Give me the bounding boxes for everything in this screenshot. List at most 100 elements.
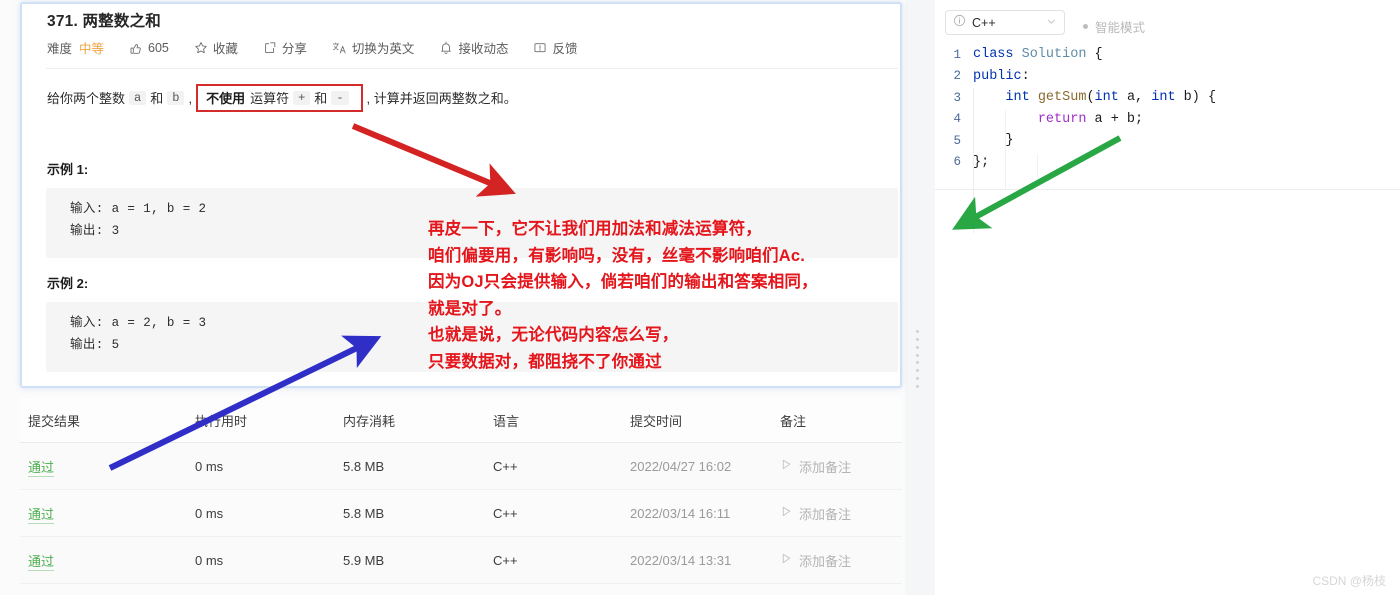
panel-resize-handle[interactable] bbox=[916, 330, 920, 388]
add-note-label: 添加备注 bbox=[799, 459, 852, 475]
bell-icon bbox=[439, 41, 453, 55]
example-1-heading: 示例 1: bbox=[47, 162, 89, 177]
handwritten-annotation-text: 再皮一下，它不让我们用加法和减法运算符， 咱们偏要用，有影响吗，没有，丝毫不影响… bbox=[428, 220, 818, 371]
feedback-label: 反馈 bbox=[552, 42, 578, 56]
code-editor[interactable]: 1 class Solution { 2 public: 3 int getSum(in… bbox=[935, 44, 1400, 233]
table-row[interactable]: 通过 0 ms 5.8 MB C++ 2022/04/27 16:02 添加备注 bbox=[20, 443, 902, 490]
desc-part-2: , 计算并返回两整数之和。 bbox=[366, 90, 517, 106]
table-row[interactable]: 通过 0 ms 5.9 MB C++ 2022/03/14 13:31 添加备注 bbox=[20, 537, 902, 584]
panel-gutter[interactable] bbox=[905, 0, 935, 595]
translate-icon bbox=[332, 41, 347, 55]
line-number: 6 bbox=[953, 155, 961, 170]
page-title: 371. 两整数之和 bbox=[47, 13, 161, 30]
column-header-result: 提交结果 bbox=[28, 413, 81, 429]
editor-bottom-border bbox=[935, 189, 1400, 190]
cell-memory: 5.9 MB bbox=[343, 552, 385, 568]
right-column: C++ 智能模式 1 class Solution { 2 public: 3 int … bbox=[935, 0, 1400, 595]
cell-runtime: 0 ms bbox=[195, 458, 224, 474]
desc-operator-word: 运算符 bbox=[250, 90, 290, 106]
subscribe-button[interactable]: 接收动态 bbox=[439, 38, 508, 57]
share-button[interactable]: 分享 bbox=[263, 38, 307, 57]
code-line: 3 int getSum(int a, int b) { bbox=[935, 87, 1400, 109]
cell-language: C++ bbox=[493, 552, 518, 568]
add-note-button[interactable]: 添加备注 bbox=[780, 504, 851, 523]
feedback-icon bbox=[533, 41, 547, 55]
desc-bold-no-use: 不使用 bbox=[206, 90, 246, 106]
highlight-box-no-operators: 不使用 运算符 + 和 - bbox=[196, 84, 363, 112]
add-note-label: 添加备注 bbox=[799, 506, 852, 522]
code-line: 2 public: bbox=[935, 66, 1400, 88]
line-content: int getSum(int a, int b) { bbox=[1005, 90, 1217, 106]
table-row[interactable]: 通过 0 ms 5.8 MB C++ 2022/03/14 16:11 添加备注 bbox=[20, 490, 902, 537]
like-button[interactable]: 605 bbox=[129, 41, 169, 55]
subscribe-label: 接收动态 bbox=[458, 42, 509, 56]
line-content: } bbox=[973, 133, 1014, 149]
app-root: C++ 智能模式 1 class Solution { 2 public: 3 int … bbox=[0, 0, 1400, 595]
share-icon bbox=[263, 41, 277, 55]
add-note-label: 添加备注 bbox=[799, 553, 852, 569]
switch-language-button[interactable]: 切换为英文 bbox=[332, 38, 415, 57]
cell-time: 2022/04/27 16:02 bbox=[630, 458, 732, 474]
difficulty-label: 难度 bbox=[47, 42, 73, 56]
indent-guide-2 bbox=[1037, 154, 1038, 178]
watermark: CSDN @杨枝 bbox=[1312, 574, 1386, 588]
desc-op-plus: + bbox=[293, 91, 311, 105]
star-icon bbox=[194, 41, 208, 55]
result-link[interactable]: 通过 bbox=[28, 553, 55, 571]
share-label: 分享 bbox=[281, 42, 307, 56]
desc-and-2: 和 bbox=[314, 90, 328, 106]
flag-icon bbox=[780, 552, 793, 569]
flag-icon bbox=[780, 458, 793, 475]
switch-language-label: 切换为英文 bbox=[351, 42, 415, 56]
cell-note: 添加备注 bbox=[780, 504, 900, 523]
table-header-row: 提交结果 执行用时 内存消耗 语言 提交时间 备注 bbox=[20, 398, 902, 443]
editor-toolbar: C++ 智能模式 bbox=[935, 0, 1400, 45]
line-content: return a + b; bbox=[1037, 111, 1144, 127]
add-note-button[interactable]: 添加备注 bbox=[780, 551, 851, 570]
code-line: 1 class Solution { bbox=[935, 44, 1400, 66]
cell-result: 通过 bbox=[20, 551, 195, 571]
line-content: public: bbox=[973, 68, 1030, 84]
cell-result: 通过 bbox=[20, 504, 195, 524]
language-select-value: C++ bbox=[972, 15, 996, 30]
result-link[interactable]: 通过 bbox=[28, 459, 55, 477]
desc-part-1: 给你两个整数 bbox=[47, 90, 126, 106]
column-header-language: 语言 bbox=[493, 413, 520, 429]
example-2-heading: 示例 2: bbox=[47, 276, 89, 291]
smart-mode-label: 智能模式 bbox=[1095, 21, 1146, 35]
submissions-table: 提交结果 执行用时 内存消耗 语言 提交时间 备注 通过 0 ms 5.8 MB C+… bbox=[20, 398, 902, 584]
feedback-button[interactable]: 反馈 bbox=[533, 38, 577, 57]
column-header-note: 备注 bbox=[780, 413, 807, 429]
cell-language: C++ bbox=[493, 505, 518, 521]
status-dot-icon bbox=[1083, 24, 1088, 29]
line-number: 2 bbox=[953, 69, 961, 84]
add-note-button[interactable]: 添加备注 bbox=[780, 457, 851, 476]
divider bbox=[46, 68, 898, 69]
result-link[interactable]: 通过 bbox=[28, 506, 55, 524]
column-header-time: 提交时间 bbox=[630, 413, 683, 429]
gutter-divider bbox=[973, 88, 974, 233]
line-number: 1 bbox=[953, 47, 961, 62]
line-number: 4 bbox=[953, 112, 961, 127]
cell-language: C++ bbox=[493, 458, 518, 474]
line-content: }; bbox=[973, 154, 990, 170]
flag-icon bbox=[780, 505, 793, 522]
cell-time: 2022/03/14 16:11 bbox=[630, 505, 731, 521]
thumbs-up-icon bbox=[129, 41, 143, 55]
cell-runtime: 0 ms bbox=[195, 505, 224, 521]
desc-and-1: 和 bbox=[150, 90, 164, 106]
column-header-runtime: 执行用时 bbox=[195, 413, 248, 429]
favorite-button[interactable]: 收藏 bbox=[194, 38, 238, 57]
cell-result: 通过 bbox=[20, 457, 195, 477]
cell-time: 2022/03/14 13:31 bbox=[630, 552, 732, 568]
line-number: 3 bbox=[953, 90, 961, 105]
cell-memory: 5.8 MB bbox=[343, 505, 385, 521]
like-count: 605 bbox=[148, 40, 169, 55]
cell-runtime: 0 ms bbox=[195, 552, 224, 568]
desc-var-b: b bbox=[167, 91, 185, 105]
column-header-memory: 内存消耗 bbox=[343, 413, 396, 429]
language-select[interactable]: C++ bbox=[945, 10, 1065, 35]
smart-mode-toggle[interactable]: 智能模式 bbox=[1083, 17, 1145, 36]
indent-guide-1 bbox=[1005, 110, 1006, 190]
line-number: 5 bbox=[953, 133, 961, 148]
